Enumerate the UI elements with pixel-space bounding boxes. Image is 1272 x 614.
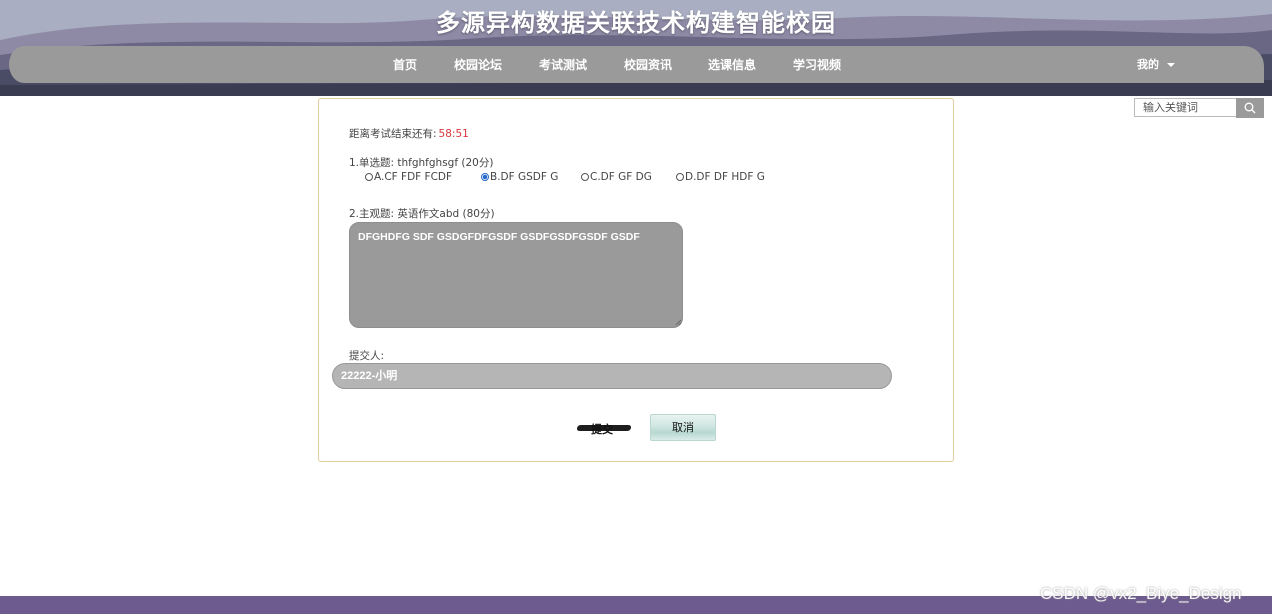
submitter-label: 提交人: [349, 350, 385, 362]
nav-item-exam[interactable]: 考试测试 [539, 56, 587, 73]
submit-button-label: 提交 [591, 423, 613, 436]
radio-checked-icon[interactable] [481, 173, 489, 181]
countdown-label: 距离考试结束还有: [349, 128, 437, 140]
nav-item-videos[interactable]: 学习视频 [793, 56, 841, 73]
answer-textarea[interactable]: DFGHDFG SDF GSDGFDFGSDF GSDFGSDFGSDF GSD… [349, 222, 683, 328]
option-b-label: B.DF GSDF G [490, 171, 559, 183]
nav-item-home[interactable]: 首页 [393, 56, 417, 73]
site-title: 多源异构数据关联技术构建智能校园 [436, 9, 836, 37]
main-navbar: 首页 校园论坛 考试测试 校园资讯 选课信息 学习视频 我的 [9, 46, 1264, 83]
radio-icon[interactable] [581, 173, 589, 181]
nav-menu: 首页 校园论坛 考试测试 校园资讯 选课信息 学习视频 我的 [9, 46, 1264, 83]
search-button[interactable] [1236, 98, 1264, 118]
user-menu[interactable]: 我的 [1137, 56, 1175, 72]
cancel-button[interactable]: 取消 [650, 414, 716, 441]
nav-item-forum[interactable]: 校园论坛 [454, 56, 502, 73]
radio-icon[interactable] [676, 173, 684, 181]
question-1-options: A.CF FDF FCDF B.DF GSDF G C.DF GF DG D.D… [365, 171, 785, 187]
radio-icon[interactable] [365, 173, 373, 181]
user-menu-label: 我的 [1137, 58, 1159, 71]
search-input[interactable] [1134, 98, 1236, 117]
option-a-label: A.CF FDF FCDF [374, 171, 453, 183]
caret-down-icon [1167, 63, 1175, 67]
question-2-title: 2.主观题: 英语作文abd (80分) [349, 208, 495, 220]
watermark: CSDN @vx2_Biye_Design [1040, 584, 1242, 603]
countdown-time: 58:51 [438, 128, 469, 140]
option-d-label: D.DF DF HDF G [685, 171, 765, 183]
option-b[interactable]: B.DF GSDF G [481, 171, 558, 183]
resize-grip-icon[interactable] [674, 318, 682, 326]
nav-item-courses[interactable]: 选课信息 [708, 56, 756, 73]
site-header: 多源异构数据关联技术构建智能校园 首页 校园论坛 考试测试 校园资讯 选课信息 … [0, 0, 1272, 96]
submitter-field[interactable]: 22222-小明 [332, 363, 892, 389]
countdown: 距离考试结束还有: 58:51 [349, 126, 469, 141]
option-c-label: C.DF GF DG [590, 171, 652, 183]
question-1-title: 1.单选题: thfghfghsgf (20分) [349, 157, 494, 169]
submit-button[interactable]: 提交 [576, 419, 633, 437]
exam-form-card: 距离考试结束还有: 58:51 1.单选题: thfghfghsgf (20分) … [318, 98, 954, 462]
option-a[interactable]: A.CF FDF FCDF [365, 171, 452, 183]
search-icon [1244, 102, 1256, 114]
option-c[interactable]: C.DF GF DG [581, 171, 652, 183]
option-d[interactable]: D.DF DF HDF G [676, 171, 765, 183]
nav-item-news[interactable]: 校园资讯 [624, 56, 672, 73]
